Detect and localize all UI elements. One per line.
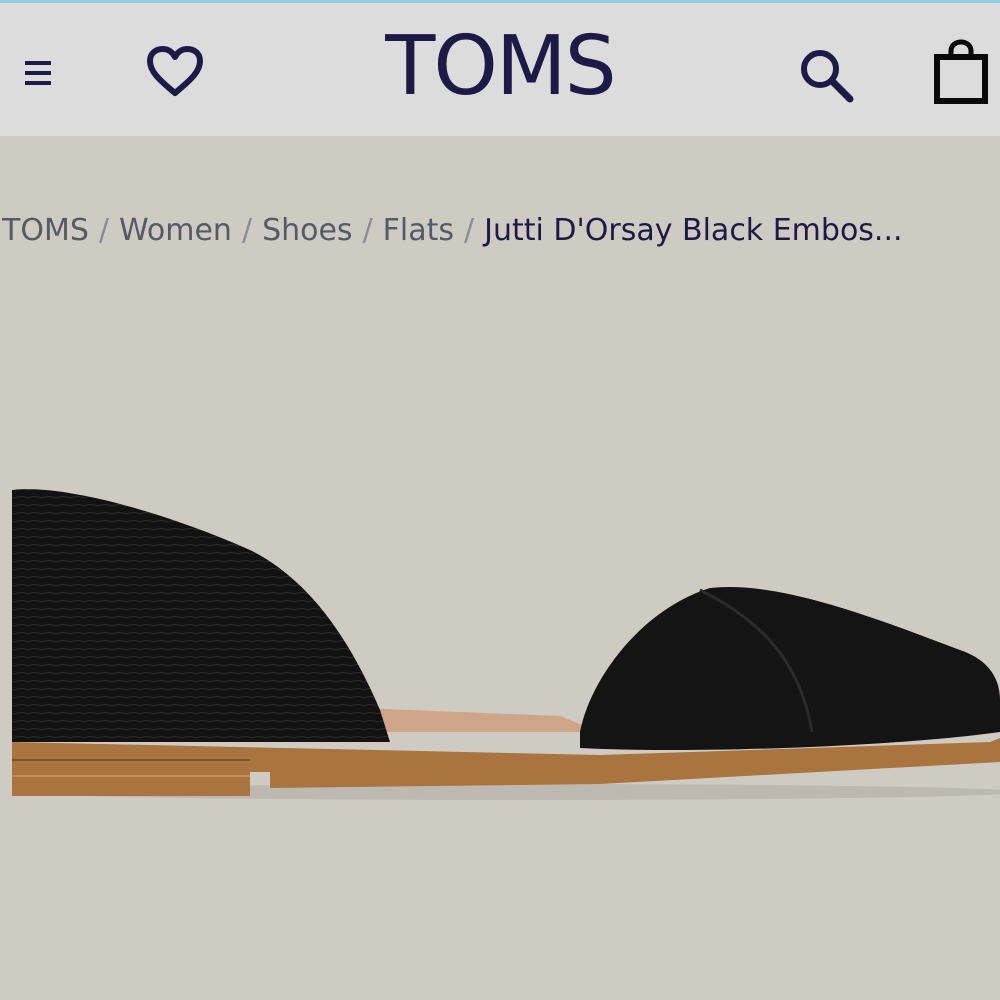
menu-button[interactable]	[10, 43, 70, 103]
search-button[interactable]	[790, 39, 864, 113]
shoe-illustration	[12, 489, 1000, 800]
heart-icon	[147, 46, 203, 96]
site-header: TOMS	[0, 3, 1000, 136]
breadcrumb-current-page: Jutti D'Orsay Black Embos...	[484, 213, 903, 248]
shopping-bag-button[interactable]	[925, 33, 997, 111]
shopping-bag-icon	[934, 39, 988, 104]
breadcrumb-item-toms[interactable]: TOMS	[2, 213, 89, 248]
brand-logo[interactable]: TOMS	[300, 17, 700, 117]
breadcrumb-separator: /	[241, 213, 253, 248]
breadcrumb-separator: /	[362, 213, 373, 248]
breadcrumb-separator: /	[464, 213, 475, 248]
hamburger-menu-icon	[25, 61, 51, 85]
breadcrumb-separator: /	[98, 213, 109, 248]
search-icon	[801, 50, 854, 103]
product-image[interactable]	[0, 470, 1000, 810]
breadcrumb-item-women[interactable]: Women	[119, 213, 232, 248]
breadcrumb-item-shoes[interactable]: Shoes	[262, 213, 353, 248]
favorites-button[interactable]	[140, 37, 210, 107]
breadcrumb: TOMS / Women / Shoes / Flats / Jutti D'Orsay Bla…	[2, 208, 998, 254]
breadcrumb-item-flats[interactable]: Flats	[383, 213, 454, 248]
